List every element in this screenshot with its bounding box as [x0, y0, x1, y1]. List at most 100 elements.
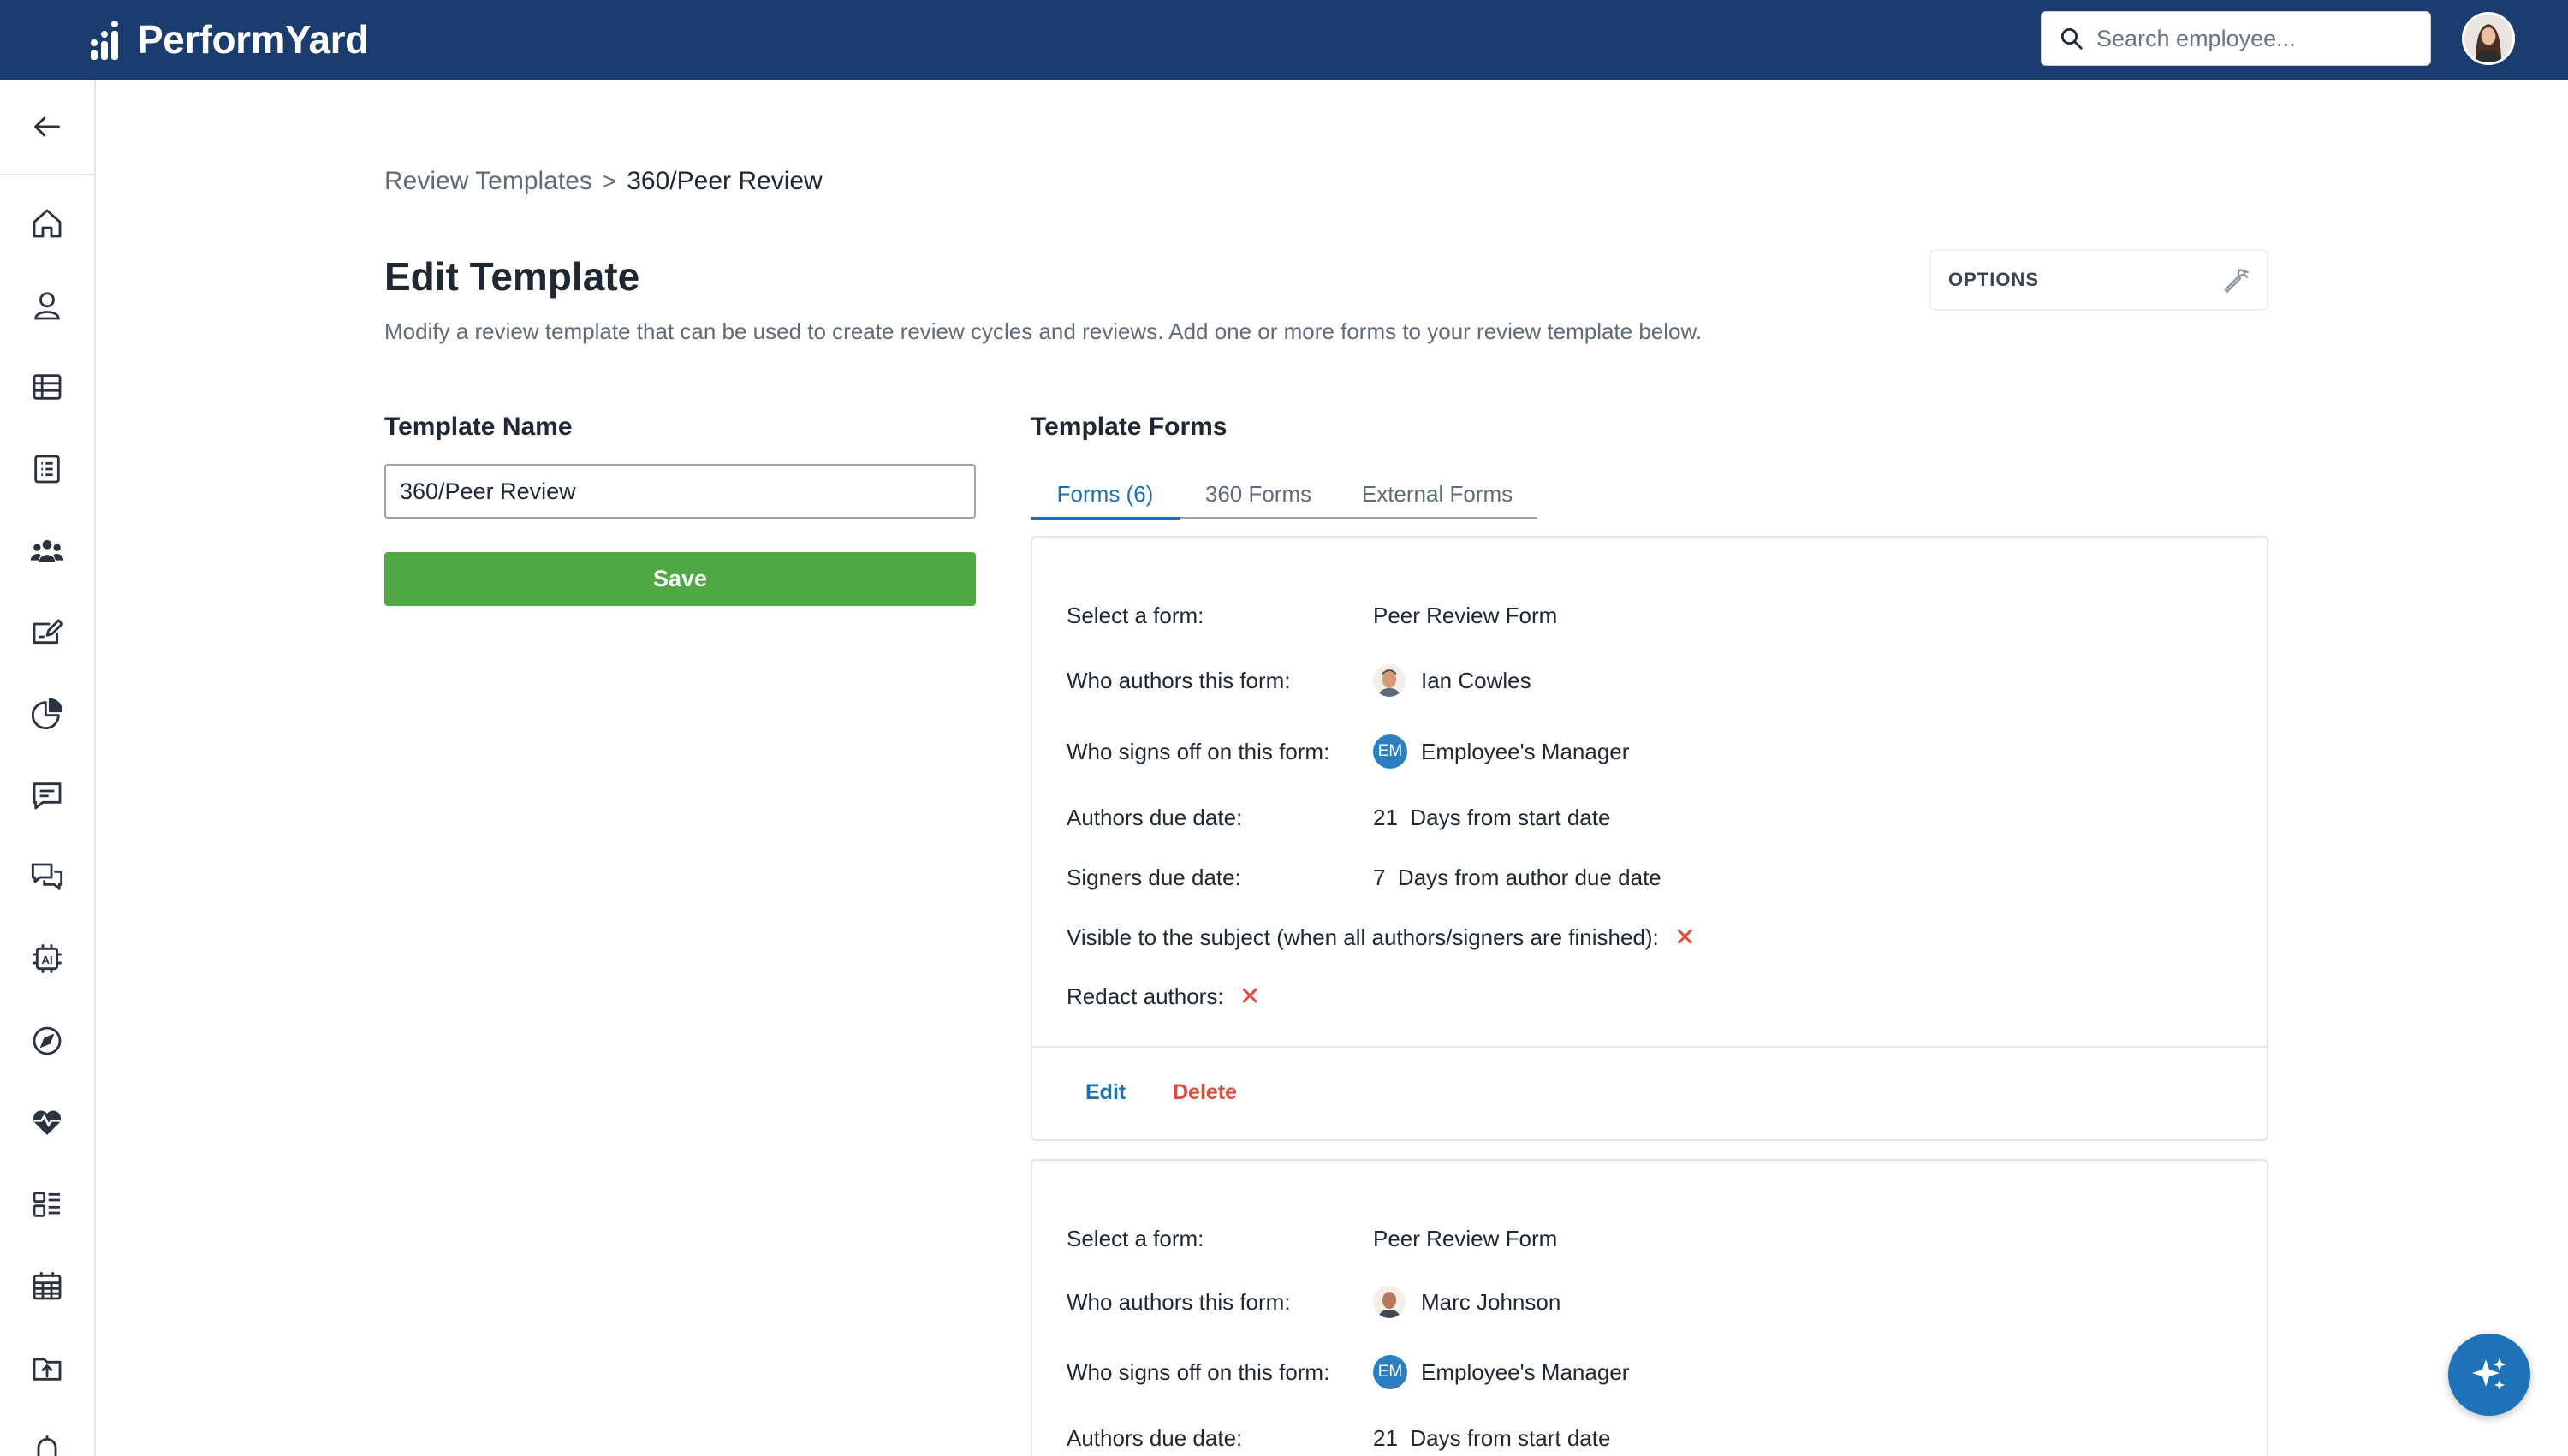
form-card: Select a form: Peer Review Form Who auth… [1031, 1159, 2268, 1456]
chat-icon [31, 863, 63, 890]
page-subtitle: Modify a review template that can be use… [384, 318, 1703, 344]
wrench-icon [2225, 269, 2249, 293]
ai-chip-icon: AI [33, 944, 62, 973]
top-bar: PerformYard [0, 0, 2568, 80]
select-form-row: Select a form: Peer Review Form [1067, 603, 1557, 629]
sidebar: AI [0, 80, 96, 1456]
signers-row: Who signs off on this form: EM Employee'… [1067, 1353, 1629, 1391]
authors-due-text: Days from start date [1410, 1425, 1611, 1451]
visible-no-icon: ✕ [1673, 923, 1696, 952]
sidebar-item-upload[interactable] [27, 1347, 68, 1388]
heart-pulse-icon [33, 1110, 62, 1135]
authors-due-text: Days from start date [1410, 805, 1611, 830]
sidebar-item-notifications[interactable] [27, 1429, 68, 1456]
author-avatar [1373, 1286, 1406, 1318]
sidebar-item-list[interactable] [27, 449, 68, 490]
tab-external-forms[interactable]: External Forms [1337, 469, 1537, 519]
save-button[interactable]: Save [384, 552, 976, 606]
breadcrumb: Review Templates > 360/Peer Review [384, 167, 823, 196]
ai-assistant-button[interactable] [2448, 1334, 2530, 1416]
breadcrumb-separator: > [602, 168, 617, 194]
signer-initials-badge: EM [1373, 734, 1407, 769]
signers-due-value: 7 Days from author due date [1373, 865, 1661, 891]
signers-label: Who signs off on this form: [1067, 738, 1330, 764]
bell-icon [37, 1435, 57, 1456]
signers-row: Who signs off on this form: EM Employee'… [1067, 733, 1629, 770]
table-icon [33, 374, 62, 400]
sidebar-item-team[interactable] [27, 530, 68, 571]
template-name-label: Template Name [384, 413, 573, 441]
authors-label: Who authors this form: [1067, 1288, 1291, 1315]
authors-label: Who authors this form: [1067, 667, 1291, 693]
signers-due-label: Signers due date: [1067, 865, 1241, 890]
signers-due-row: Signers due date: 7 Days from author due… [1067, 865, 1661, 891]
compass-icon [33, 1026, 62, 1055]
logo-mark-icon [86, 19, 127, 60]
brand-name: PerformYard [137, 17, 369, 62]
author-value: Marc Johnson [1373, 1286, 1560, 1318]
authors-due-days: 21 [1373, 805, 1398, 830]
sidebar-item-calendar[interactable] [27, 1265, 68, 1306]
form-card: Select a form: Peer Review Form Who auth… [1031, 536, 2268, 1141]
author-name: Ian Cowles [1421, 667, 1531, 693]
edit-link[interactable]: Edit [1085, 1080, 1126, 1105]
dashboard-icon [33, 1192, 60, 1217]
select-form-row: Select a form: Peer Review Form [1067, 1226, 1557, 1252]
svg-text:AI: AI [41, 954, 52, 966]
sidebar-item-feedback[interactable] [27, 775, 68, 816]
form-name: Peer Review Form [1373, 603, 1558, 628]
review-edit-icon [33, 619, 63, 645]
redact-row: Redact authors: ✕ [1067, 984, 1261, 1010]
team-icon [30, 540, 64, 562]
authors-due-value: 21 Days from start date [1373, 805, 1610, 831]
list-icon [34, 455, 60, 484]
sidebar-item-reviews[interactable] [27, 612, 68, 653]
calendar-icon [33, 1272, 62, 1300]
tab-360-forms[interactable]: 360 Forms [1180, 469, 1337, 519]
template-name-input[interactable] [384, 464, 976, 519]
search-input[interactable] [2096, 25, 2405, 52]
visible-row: Visible to the subject (when all authors… [1067, 924, 1696, 951]
pie-chart-icon [31, 698, 63, 730]
template-forms-label: Template Forms [1031, 413, 1228, 441]
employee-search[interactable] [2041, 11, 2431, 66]
tab-forms[interactable]: Forms (6) [1031, 469, 1180, 520]
sidebar-item-analytics[interactable] [27, 693, 68, 734]
page-title: Edit Template [384, 254, 640, 299]
back-button[interactable] [0, 80, 94, 175]
author-name: Marc Johnson [1421, 1288, 1561, 1315]
signer-name: Employee's Manager [1421, 738, 1630, 764]
upload-icon [33, 1358, 62, 1381]
template-forms-tabs: Forms (6) 360 Forms External Forms [1031, 469, 1537, 520]
sidebar-item-explore[interactable] [27, 1020, 68, 1061]
signers-due-text: Days from author due date [1397, 865, 1661, 890]
visible-label: Visible to the subject (when all authors… [1067, 924, 1659, 950]
delete-link[interactable]: Delete [1173, 1080, 1237, 1105]
sidebar-item-table[interactable] [27, 366, 68, 407]
options-label: OPTIONS [1948, 269, 2040, 290]
authors-due-label: Authors due date: [1067, 805, 1243, 830]
authors-row: Who authors this form: Ian Cowles [1067, 662, 1531, 699]
user-avatar[interactable] [2462, 12, 2515, 65]
signer-initials-badge: EM [1373, 1355, 1407, 1389]
message-icon [33, 782, 62, 810]
options-button[interactable]: OPTIONS [1929, 249, 2268, 311]
performyard-logo[interactable]: PerformYard [86, 15, 369, 63]
select-form-label: Select a form: [1067, 1226, 1204, 1251]
sidebar-item-engagement[interactable] [27, 1102, 68, 1143]
signer-name: Employee's Manager [1421, 1358, 1630, 1385]
redact-label: Redact authors: [1067, 984, 1224, 1009]
person-icon [34, 292, 60, 320]
sidebar-item-ai[interactable]: AI [27, 938, 68, 979]
back-arrow-icon [34, 116, 60, 137]
sidebar-item-dashboard[interactable] [27, 1184, 68, 1225]
signers-due-days: 7 [1373, 865, 1386, 890]
author-avatar [1373, 664, 1406, 697]
authors-due-row: Authors due date: 21 Days from start dat… [1067, 1425, 1610, 1452]
search-icon [2061, 28, 2083, 50]
breadcrumb-link-review-templates[interactable]: Review Templates [384, 167, 592, 196]
sidebar-item-people[interactable] [27, 285, 68, 326]
sidebar-item-home[interactable] [27, 203, 68, 244]
sidebar-item-conversations[interactable] [27, 857, 68, 898]
authors-due-row: Authors due date: 21 Days from start dat… [1067, 805, 1610, 831]
